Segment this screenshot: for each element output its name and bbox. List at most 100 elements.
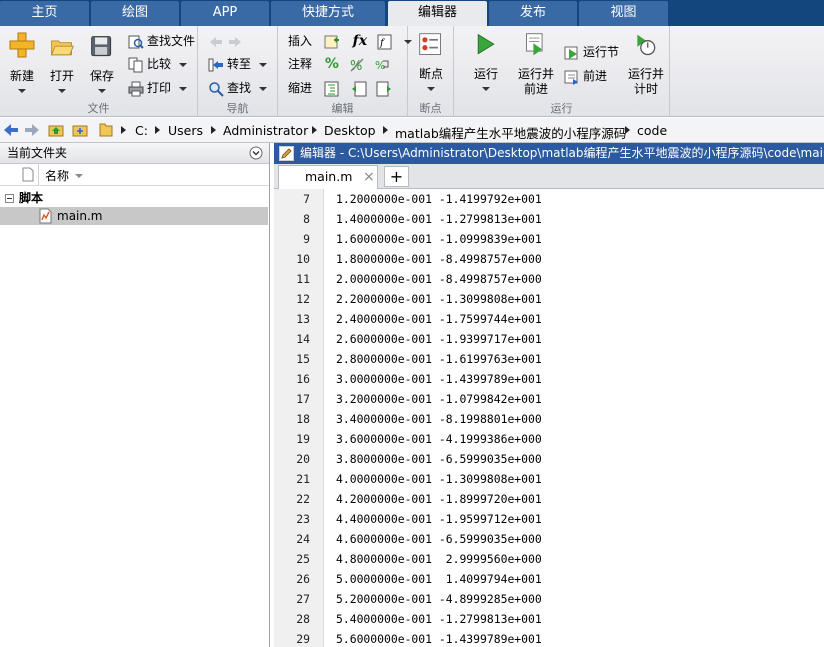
breadcrumb-drive[interactable]: C: bbox=[135, 123, 148, 138]
folder-open-icon bbox=[50, 40, 74, 56]
breadcrumb-users[interactable]: Users bbox=[168, 123, 203, 138]
function-template-icon[interactable]: f bbox=[377, 34, 393, 50]
scripts-group-row[interactable]: 脚本 bbox=[0, 189, 268, 207]
panel-actions-icon[interactable] bbox=[249, 146, 263, 160]
collapse-icon[interactable] bbox=[5, 194, 14, 203]
find-files-icon bbox=[128, 35, 144, 49]
breadcrumb-separator bbox=[121, 126, 126, 134]
editor-tab-main[interactable]: main.m × bbox=[278, 165, 378, 189]
find-button[interactable]: 查找 bbox=[208, 78, 268, 98]
code-line[interactable]: 15 2.8000000e-001 -1.6199763e+001 bbox=[274, 349, 824, 369]
current-folder-panel: 当前文件夹 名称 脚本 main.m bbox=[0, 143, 270, 647]
up-folder-icon[interactable] bbox=[48, 122, 64, 138]
code-line[interactable]: 20 3.8000000e-001 -6.5999035e+000 bbox=[274, 449, 824, 469]
uncomment-icon[interactable]: % bbox=[349, 57, 365, 73]
breadcrumb-administrator[interactable]: Administrator bbox=[223, 123, 308, 138]
advance-icon bbox=[564, 70, 578, 85]
forward-arrow-icon[interactable] bbox=[24, 122, 40, 138]
sort-down-icon[interactable] bbox=[75, 174, 83, 178]
find-files-label: 查找文件 bbox=[147, 34, 196, 48]
compare-button[interactable]: 比较 bbox=[128, 54, 188, 74]
breadcrumb-code[interactable]: code bbox=[637, 123, 667, 138]
tab-editor[interactable]: 编辑器 bbox=[388, 1, 487, 26]
tab-home[interactable]: 主页 bbox=[0, 1, 89, 26]
matlab-script-file-icon bbox=[39, 208, 52, 224]
code-line[interactable]: 11 2.0000000e-001 -8.4998757e+000 bbox=[274, 269, 824, 289]
code-line[interactable]: 26 5.0000000e-001 1.4099794e+001 bbox=[274, 569, 824, 589]
tab-plots[interactable]: 绘图 bbox=[91, 1, 179, 26]
run-and-advance-button[interactable]: 运行并 前进 bbox=[514, 32, 558, 97]
folder-icon bbox=[99, 123, 113, 137]
code-area[interactable]: 7 1.2000000e-001 -1.4199792e+001 8 1.400000… bbox=[274, 189, 824, 647]
open-button[interactable]: 打开 bbox=[44, 34, 80, 93]
add-tab-button[interactable]: + bbox=[384, 166, 409, 187]
code-line[interactable]: 25 4.8000000e-001 2.9999560e+000 bbox=[274, 549, 824, 569]
code-line[interactable]: 10 1.8000000e-001 -8.4998757e+000 bbox=[274, 249, 824, 269]
line-number: 7 bbox=[303, 192, 310, 206]
code-line[interactable]: 29 5.6000000e-001 -1.4399789e+001 bbox=[274, 629, 824, 647]
code-line[interactable]: 7 1.2000000e-001 -1.4199792e+001 bbox=[274, 189, 824, 209]
editor-titlebar: 编辑器 - C:\Users\Administrator\Desktop\mat… bbox=[274, 143, 824, 164]
breadcrumb-desktop[interactable]: Desktop bbox=[324, 123, 376, 138]
percent-comment-icon[interactable]: % bbox=[325, 56, 339, 72]
indent-label[interactable]: 缩进 bbox=[288, 81, 312, 95]
goto-button[interactable]: 转至 bbox=[208, 54, 268, 74]
code-text: 2.4000000e-001 -1.7599744e+001 bbox=[336, 312, 542, 326]
breakpoints-button[interactable]: 断点 bbox=[413, 32, 449, 91]
code-line[interactable]: 13 2.4000000e-001 -1.7599744e+001 bbox=[274, 309, 824, 329]
decrease-indent-icon[interactable] bbox=[376, 81, 392, 97]
tab-publish[interactable]: 发布 bbox=[489, 1, 577, 26]
code-text: 5.2000000e-001 -4.8999285e+000 bbox=[336, 592, 542, 606]
code-line[interactable]: 28 5.4000000e-001 -1.2799813e+001 bbox=[274, 609, 824, 629]
navigate-group-label: 导航 bbox=[226, 102, 249, 115]
file-row-main[interactable]: main.m bbox=[0, 207, 268, 225]
code-text: 1.8000000e-001 -8.4998757e+000 bbox=[336, 252, 542, 266]
new-button[interactable]: 新建 bbox=[4, 30, 40, 93]
code-text: 3.8000000e-001 -6.5999035e+000 bbox=[336, 452, 542, 466]
new-plus-icon bbox=[9, 32, 35, 58]
run-section-button[interactable]: 运行节 bbox=[564, 42, 619, 62]
code-line[interactable]: 8 1.4000000e-001 -1.2799813e+001 bbox=[274, 209, 824, 229]
chevron-down-icon bbox=[179, 62, 188, 67]
back-arrow-icon[interactable] bbox=[3, 122, 19, 138]
increase-indent-icon[interactable] bbox=[351, 81, 367, 97]
breadcrumb-project-folder[interactable]: matlab编程产生水平地震波的小程序源码 bbox=[395, 123, 626, 142]
run-button[interactable]: 运行 bbox=[466, 32, 506, 91]
advance-button[interactable]: 前进 bbox=[564, 66, 607, 86]
code-line[interactable]: 16 3.0000000e-001 -1.4399789e+001 bbox=[274, 369, 824, 389]
browse-folder-icon[interactable] bbox=[72, 122, 88, 138]
smart-indent-icon[interactable] bbox=[324, 81, 340, 97]
print-button[interactable]: 打印 bbox=[128, 78, 188, 98]
code-line[interactable]: 27 5.2000000e-001 -4.8999285e+000 bbox=[274, 589, 824, 609]
insert-label[interactable]: 插入 bbox=[288, 34, 312, 48]
chevron-down-icon bbox=[259, 62, 268, 67]
run-and-time-button[interactable]: 运行并 计时 bbox=[624, 32, 668, 97]
name-column-header[interactable]: 名称 bbox=[45, 167, 69, 184]
edit-group: 插入 fx f 注释 % % % 缩进 编辑 bbox=[278, 26, 412, 117]
code-line[interactable]: 17 3.2000000e-001 -1.0799842e+001 bbox=[274, 389, 824, 409]
tab-apps[interactable]: APP bbox=[181, 1, 269, 26]
tab-view[interactable]: 视图 bbox=[579, 1, 668, 26]
insert-section-icon[interactable] bbox=[324, 34, 340, 50]
code-line[interactable]: 18 3.4000000e-001 -8.1998801e+000 bbox=[274, 409, 824, 429]
code-line[interactable]: 24 4.6000000e-001 -6.5999035e+000 bbox=[274, 529, 824, 549]
close-tab-icon[interactable]: × bbox=[363, 166, 375, 188]
find-files-button[interactable]: 查找文件 bbox=[128, 31, 195, 51]
file-type-column-icon[interactable] bbox=[22, 167, 34, 182]
code-line[interactable]: 14 2.6000000e-001 -1.9399717e+001 bbox=[274, 329, 824, 349]
code-line[interactable]: 9 1.6000000e-001 -1.0999839e+001 bbox=[274, 229, 824, 249]
code-line[interactable]: 22 4.2000000e-001 -1.8999720e+001 bbox=[274, 489, 824, 509]
save-button[interactable]: 保存 bbox=[84, 34, 120, 93]
comment-label[interactable]: 注释 bbox=[288, 57, 312, 71]
nav-back-forward-buttons[interactable] bbox=[208, 31, 246, 51]
advance-label: 前进 bbox=[583, 69, 608, 83]
line-number: 10 bbox=[296, 252, 310, 266]
wrap-comments-icon[interactable]: % bbox=[374, 57, 390, 73]
editor-tab-label: main.m bbox=[305, 169, 353, 184]
fx-icon[interactable]: fx bbox=[353, 33, 367, 49]
code-line[interactable]: 12 2.2000000e-001 -1.3099808e+001 bbox=[274, 289, 824, 309]
tab-shortcuts[interactable]: 快捷方式 bbox=[271, 1, 385, 26]
code-line[interactable]: 23 4.4000000e-001 -1.9599712e+001 bbox=[274, 509, 824, 529]
code-line[interactable]: 21 4.0000000e-001 -1.3099808e+001 bbox=[274, 469, 824, 489]
code-line[interactable]: 19 3.6000000e-001 -4.1999386e+000 bbox=[274, 429, 824, 449]
